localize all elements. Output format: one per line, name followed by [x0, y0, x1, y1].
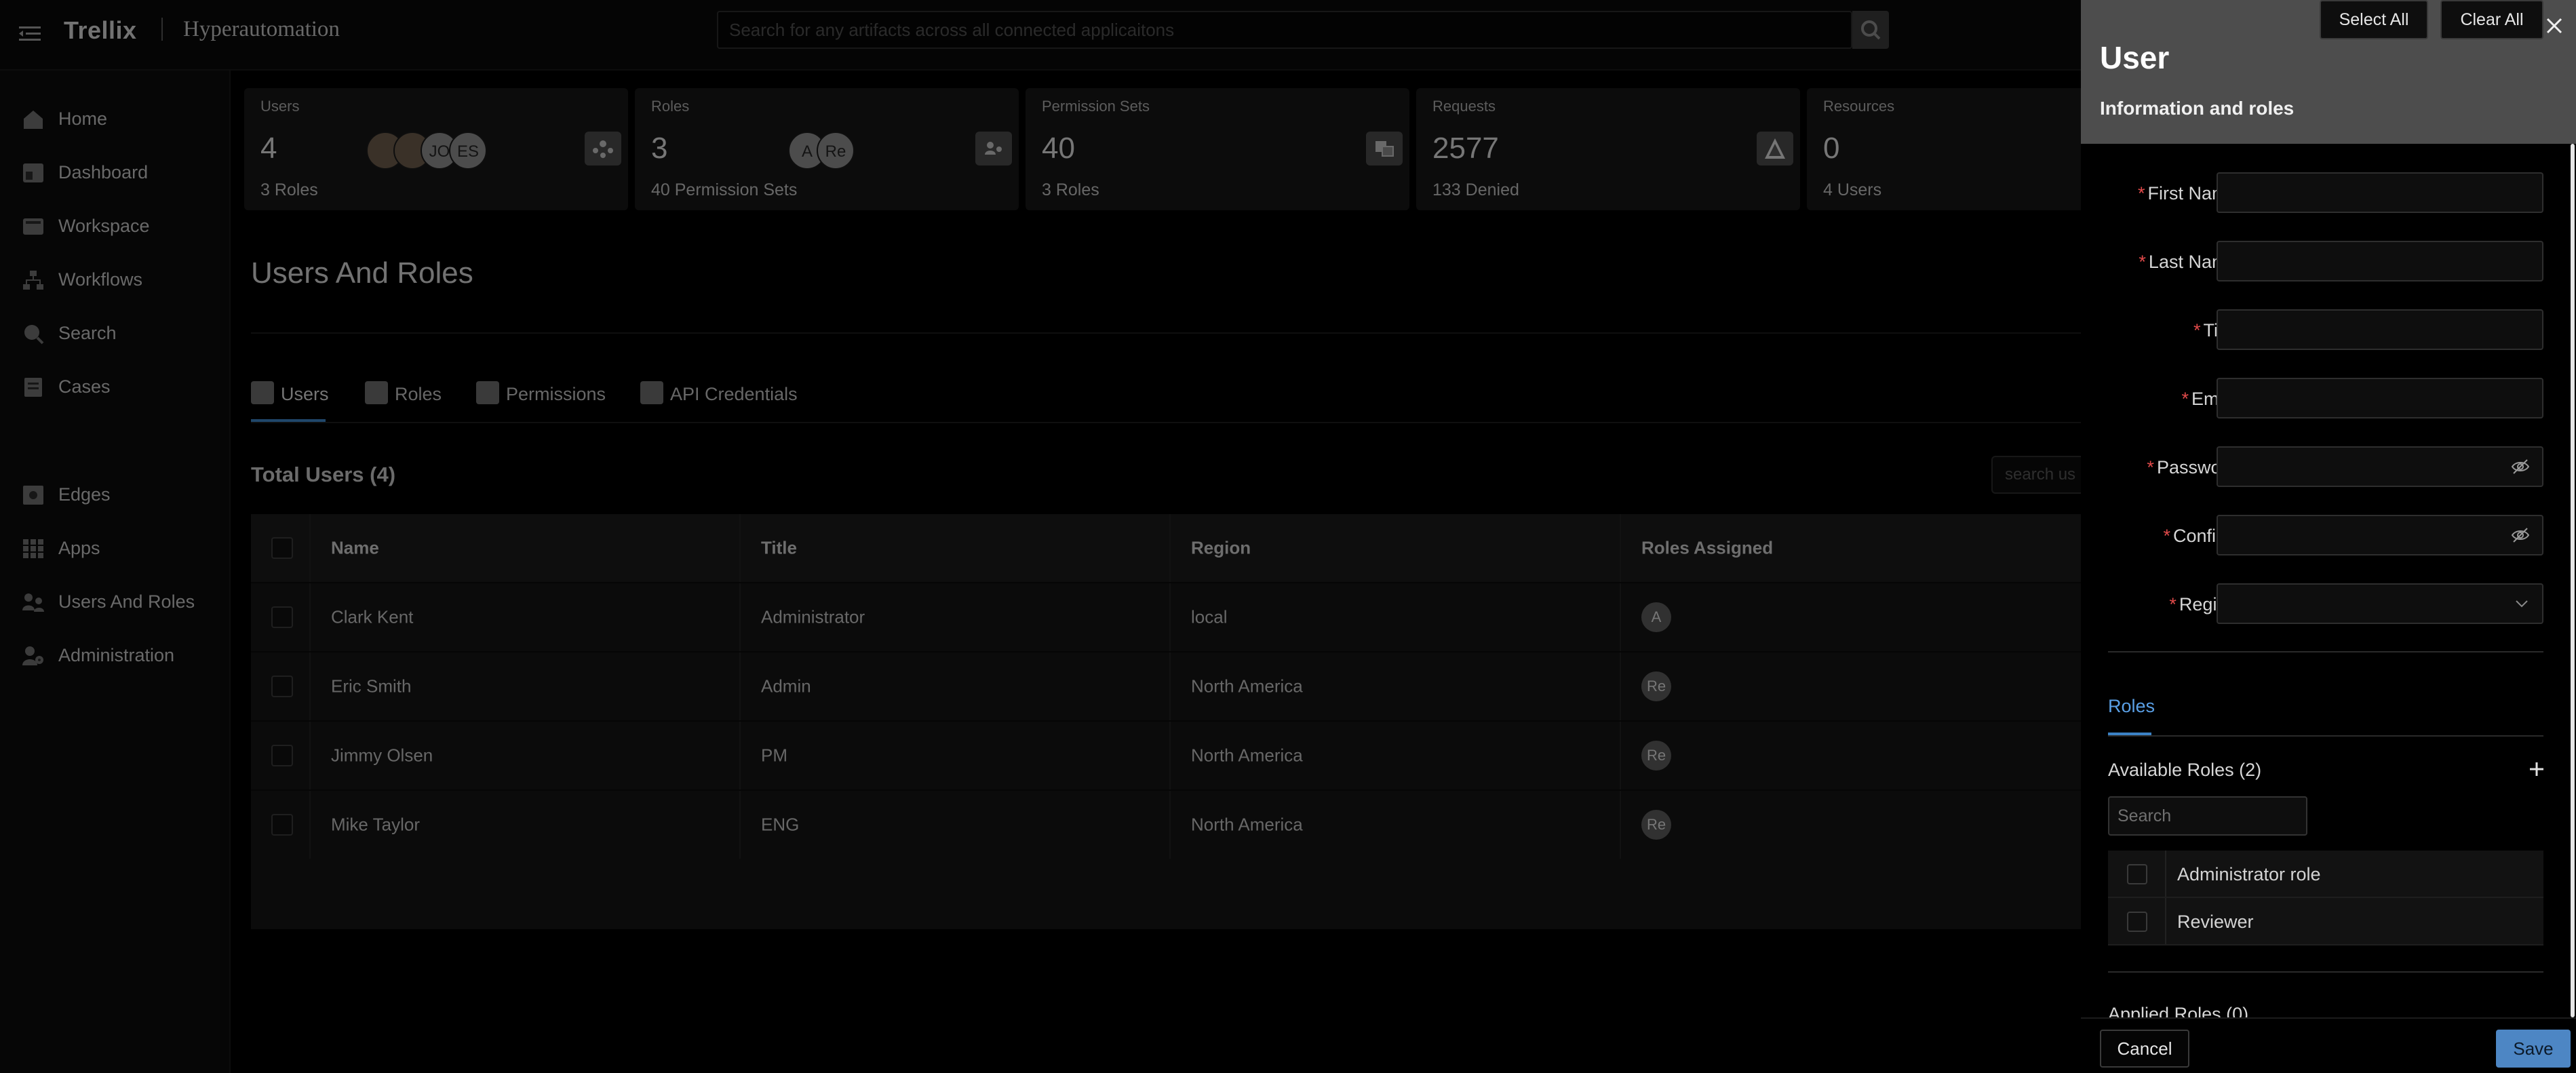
- eye-off-icon[interactable]: [2511, 527, 2530, 543]
- modal-backdrop[interactable]: [0, 0, 2081, 1073]
- cancel-button[interactable]: Cancel: [2100, 1030, 2189, 1068]
- drawer-scrollbar[interactable]: [2571, 144, 2575, 1017]
- confirm-password-field[interactable]: [2226, 516, 2497, 554]
- drawer-divider: [2108, 651, 2543, 652]
- required-marker: *: [2137, 183, 2145, 203]
- last-name-row: *Last Name:: [2081, 241, 2576, 281]
- required-marker: *: [2193, 320, 2201, 340]
- roles-search: [2108, 796, 2307, 836]
- user-drawer: User Information and roles *First Name: …: [2081, 0, 2576, 1073]
- role-checkbox[interactable]: [2127, 912, 2147, 932]
- region-select[interactable]: [2217, 583, 2543, 624]
- required-marker: *: [2169, 594, 2177, 614]
- role-name: Administrator role: [2177, 864, 2321, 884]
- title-field[interactable]: [2226, 311, 2497, 349]
- role-checkbox[interactable]: [2127, 864, 2147, 884]
- drawer-title: User: [2100, 40, 2170, 75]
- required-marker: *: [2139, 252, 2146, 272]
- chevron-down-icon: [2516, 600, 2528, 608]
- available-roles-heading: Available Roles (2): [2108, 760, 2262, 780]
- list-item[interactable]: Administrator role: [2108, 851, 2543, 898]
- required-marker: *: [2163, 526, 2170, 546]
- roles-search-input[interactable]: [2118, 798, 2301, 834]
- first-name-field[interactable]: [2226, 174, 2497, 212]
- required-marker: *: [2181, 389, 2189, 409]
- save-button[interactable]: Save: [2496, 1030, 2571, 1068]
- drawer-divider: [2108, 971, 2543, 973]
- region-row: *Region:: [2081, 583, 2576, 624]
- first-name-row: *First Name:: [2081, 172, 2576, 213]
- role-select-cell: [2108, 851, 2166, 897]
- drawer-divider: [2108, 735, 2543, 737]
- clear-all-button[interactable]: Clear All: [2440, 0, 2543, 39]
- required-marker: *: [2147, 457, 2154, 477]
- email-row: *Email:: [2081, 378, 2576, 418]
- confirm-row: *Confirm:: [2081, 515, 2576, 555]
- role-select-cell: [2108, 898, 2166, 944]
- password-field[interactable]: [2226, 448, 2497, 486]
- add-role-icon[interactable]: [2527, 760, 2546, 779]
- drawer-footer: Cancel Save: [2081, 1017, 2576, 1073]
- list-item[interactable]: Reviewer: [2108, 898, 2543, 945]
- email-field[interactable]: [2226, 379, 2497, 417]
- role-name: Reviewer: [2177, 912, 2254, 932]
- password-row: *Password:: [2081, 446, 2576, 487]
- available-roles-list: Administrator role Reviewer: [2108, 851, 2543, 945]
- last-name-field[interactable]: [2226, 242, 2497, 280]
- close-icon[interactable]: [2542, 14, 2567, 38]
- select-all-button[interactable]: Select All: [2320, 0, 2428, 39]
- eye-off-icon[interactable]: [2511, 459, 2530, 475]
- title-row: *Title:: [2081, 309, 2576, 350]
- tab-roles-drawer[interactable]: Roles: [2108, 696, 2155, 717]
- drawer-subtitle: Information and roles: [2100, 98, 2295, 119]
